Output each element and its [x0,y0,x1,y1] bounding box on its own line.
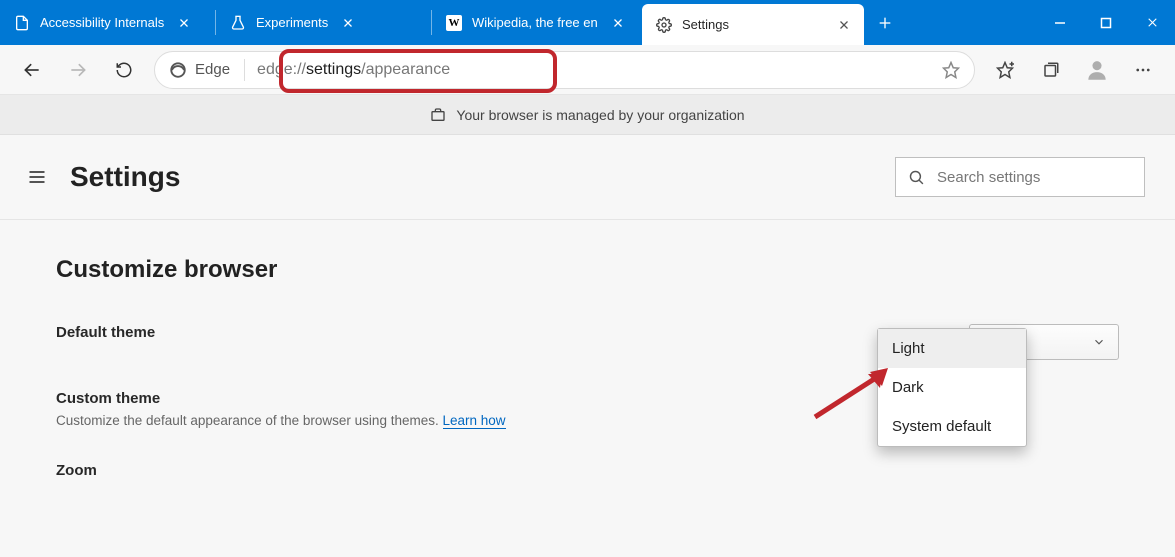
refresh-button[interactable] [102,50,146,90]
site-identity[interactable]: Edge [169,59,245,81]
titlebar: Accessibility Internals Experiments W Wi… [0,0,1175,45]
forward-button[interactable] [56,50,100,90]
settings-header: Settings [0,135,1175,220]
wikipedia-icon: W [446,15,462,31]
search-settings[interactable] [895,157,1145,197]
back-button[interactable] [10,50,54,90]
tab-experiments[interactable]: Experiments [216,0,431,45]
search-icon [908,169,925,186]
search-settings-input[interactable] [937,169,1136,186]
tab-label: Wikipedia, the free en [472,15,598,30]
custom-theme-sub: Customize the default appearance of the … [56,413,506,428]
default-theme-label: Default theme [56,324,155,341]
brand-label: Edge [195,61,230,78]
file-icon [14,15,30,31]
profile-button[interactable] [1075,50,1119,90]
settings-content: Customize browser Default theme Light Cu… [0,220,1175,545]
new-tab-button[interactable] [864,0,906,45]
zoom-label: Zoom [56,462,97,479]
close-tab-icon[interactable] [834,15,854,35]
favorite-button[interactable] [942,61,960,79]
close-window-button[interactable] [1129,0,1175,45]
address-bar[interactable]: Edge edge://settings/appearance [154,51,975,89]
briefcase-icon [430,107,446,123]
managed-text: Your browser is managed by your organiza… [456,107,744,123]
theme-option-dark[interactable]: Dark [878,368,1026,407]
tab-label: Accessibility Internals [40,15,164,30]
close-tab-icon[interactable] [608,13,628,33]
toolbar: Edge edge://settings/appearance [0,45,1175,95]
tab-wikipedia[interactable]: W Wikipedia, the free en [432,0,642,45]
tab-settings[interactable]: Settings [642,4,864,45]
url-text: edge://settings/appearance [257,61,450,79]
row-zoom: Zoom [56,462,1119,479]
minimize-button[interactable] [1037,0,1083,45]
learn-how-link[interactable]: Learn how [443,413,506,429]
gear-icon [656,17,672,33]
hamburger-menu-button[interactable] [22,157,52,197]
tab-label: Experiments [256,15,328,30]
favorites-button[interactable] [983,50,1027,90]
tab-accessibility[interactable]: Accessibility Internals [0,0,215,45]
edge-logo-icon [169,61,187,79]
page-title: Settings [70,161,180,193]
tab-label: Settings [682,17,729,32]
custom-theme-label: Custom theme [56,390,160,407]
managed-banner: Your browser is managed by your organiza… [0,95,1175,135]
flask-icon [230,15,246,31]
maximize-button[interactable] [1083,0,1129,45]
section-title: Customize browser [56,256,1119,284]
theme-option-light[interactable]: Light [878,329,1026,368]
theme-option-system[interactable]: System default [878,407,1026,446]
collections-button[interactable] [1029,50,1073,90]
theme-dropdown: Light Dark System default [877,328,1027,447]
close-tab-icon[interactable] [174,13,194,33]
close-tab-icon[interactable] [338,13,358,33]
window-controls [1037,0,1175,45]
chevron-down-icon [1092,335,1106,349]
more-button[interactable] [1121,50,1165,90]
